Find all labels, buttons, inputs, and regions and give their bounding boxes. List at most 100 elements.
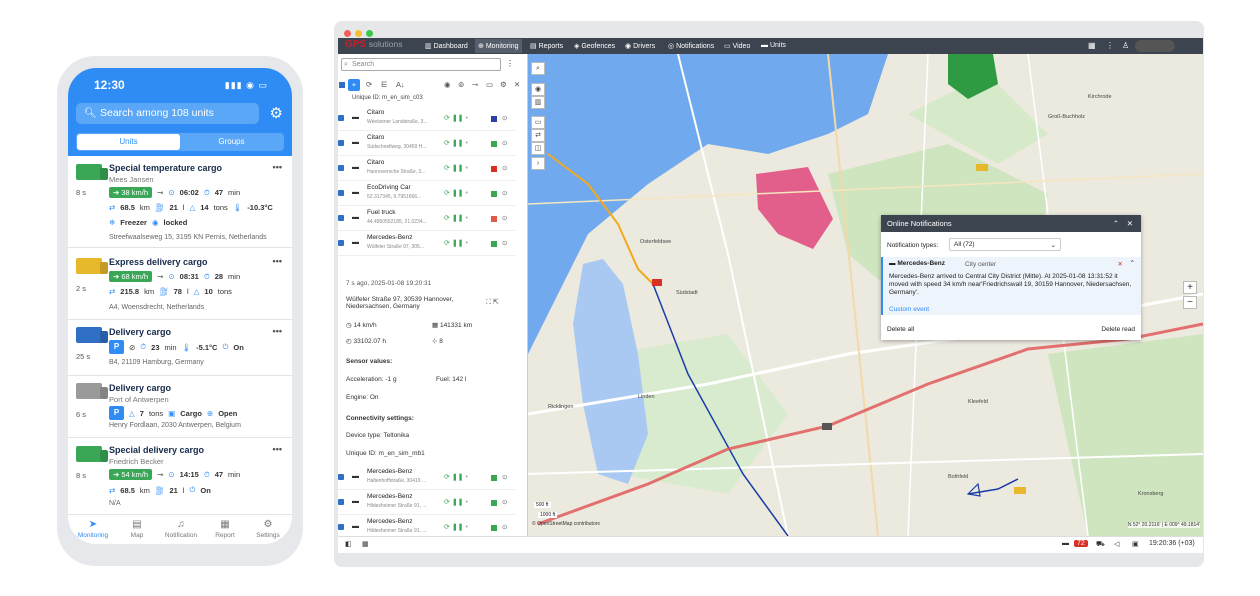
menu-notifications[interactable]: ◎ Notifications: [668, 42, 714, 50]
settings-icon[interactable]: ⚙: [500, 80, 507, 89]
menu-drivers[interactable]: ◉ Drivers: [625, 42, 655, 50]
locate-icon[interactable]: ⊙: [502, 498, 507, 506]
zoom-out-button[interactable]: −: [1183, 296, 1197, 309]
close-icon[interactable]: ✕: [514, 80, 520, 89]
menu-units[interactable]: ▬ Units: [761, 42, 786, 49]
gear-icon[interactable]: ⚙: [270, 104, 283, 122]
layers-icon[interactable]: ⊚: [458, 80, 464, 89]
menu-video[interactable]: ▭ Video: [724, 42, 750, 50]
unit-checkbox[interactable]: [338, 190, 344, 196]
select-all-checkbox[interactable]: [339, 82, 345, 88]
nav-map[interactable]: ▤ Map: [115, 519, 159, 539]
unit-checkbox[interactable]: [338, 499, 344, 505]
detail-actions-icon[interactable]: ⛶ ⇱: [486, 298, 499, 307]
apps-grid-icon[interactable]: ▦: [1088, 41, 1096, 50]
delete-read-button[interactable]: Delete read: [1101, 326, 1135, 333]
unit-row[interactable]: ▬ Citaro Südschnellweg, 30459 H... ⟳ ❚❚ • ⊙: [338, 131, 516, 156]
map-search-icon[interactable]: ⌕: [531, 62, 545, 75]
locate-icon[interactable]: ⊙: [502, 139, 507, 147]
notification-badge[interactable]: 72: [1074, 540, 1088, 547]
notification-tray-icon[interactable]: ▬: [1062, 540, 1069, 547]
menu-geofences[interactable]: ◈ Geofences: [574, 42, 615, 50]
locate-icon[interactable]: ⊙: [502, 114, 507, 122]
grid-icon[interactable]: ▦: [362, 540, 369, 548]
unit-row[interactable]: ▬ Fuel truck 44.4950552185, 21.0234... ⟳ ❚❚…: [338, 206, 516, 231]
more-icon[interactable]: •••: [273, 162, 282, 172]
unit-checkbox[interactable]: [338, 474, 344, 480]
display-icon[interactable]: ▣: [1132, 540, 1139, 548]
add-icon[interactable]: +: [348, 79, 360, 91]
more-icon[interactable]: •••: [273, 256, 282, 266]
tab-units[interactable]: Units: [77, 134, 180, 150]
unit-card[interactable]: 8 s Special temperature cargo Mees Janse…: [68, 156, 292, 248]
tab-groups[interactable]: Groups: [180, 134, 283, 150]
unit-checkbox[interactable]: [338, 165, 344, 171]
tree-icon[interactable]: ⋿: [381, 80, 388, 89]
sound-icon[interactable]: ◁: [1114, 540, 1119, 548]
unit-row[interactable]: ▬ Citaro Weetzener Landstraße, 3... ⟳ ❚❚ • ⊙: [338, 106, 516, 131]
ruler-icon[interactable]: ▭: [531, 116, 545, 129]
unit-row[interactable]: ▬ Mercedes-Benz Wülfeler Straße 97, 305...…: [338, 231, 516, 256]
locate-icon[interactable]: ⊙: [502, 239, 507, 247]
refresh-icon[interactable]: ⟳: [366, 80, 372, 89]
locate-icon[interactable]: ⊙: [502, 189, 507, 197]
unit-card[interactable]: 6 s Delivery cargo Port of Antwerpen P △…: [68, 376, 292, 438]
sort-icon[interactable]: A↓: [396, 80, 405, 89]
nav-notification[interactable]: ♫ Notification: [159, 519, 203, 539]
delete-all-button[interactable]: Delete all: [887, 326, 914, 333]
eye-icon[interactable]: ◉: [531, 83, 545, 96]
more-icon[interactable]: •••: [273, 326, 282, 336]
notif-types-select[interactable]: All (72) ⌄: [949, 238, 1061, 251]
eye-icon[interactable]: ◉: [444, 80, 451, 89]
unit-card[interactable]: 25 s Delivery cargo ••• P ⊘ ⏱︎ 23 min 🌡︎ -5…: [68, 320, 292, 376]
monitor-icon[interactable]: ▭: [486, 80, 493, 89]
unit-row[interactable]: ▬ Mercedes-Benz Haltenhoffstraße, 30419 ..…: [338, 465, 516, 490]
chevron-right-icon[interactable]: ›: [531, 157, 545, 170]
nav-monitoring[interactable]: ➤ Monitoring: [71, 519, 115, 539]
unit-checkbox[interactable]: [338, 524, 344, 530]
locate-icon[interactable]: ⊙: [502, 164, 507, 172]
sidebar-toggle-icon[interactable]: ◧: [345, 540, 352, 548]
nav-report[interactable]: ▦ Report: [203, 519, 247, 539]
user-icon[interactable]: ♙: [1122, 41, 1129, 50]
engine-state: On: [233, 342, 244, 352]
map-layers-icon[interactable]: ▥: [531, 96, 545, 109]
key-icon[interactable]: ⊸: [472, 80, 478, 89]
close-icon[interactable]: ✕: [1127, 215, 1133, 232]
menu-reports[interactable]: ▤ Reports: [530, 42, 563, 50]
search-input[interactable]: ⌕ Search: [341, 58, 501, 71]
unit-checkbox[interactable]: [338, 240, 344, 246]
unit-row[interactable]: ▬ Mercedes-Benz Hildesheimer Straße 91, ..…: [338, 490, 516, 515]
chevron-up-icon[interactable]: ⌃: [1130, 259, 1135, 267]
more-vertical-icon[interactable]: ⋮: [1106, 41, 1114, 50]
notif-item[interactable]: ▬ Mercedes-Benz City center ✕ ⌃ Mercedes…: [881, 257, 1141, 315]
delete-icon[interactable]: ✕: [1118, 260, 1123, 268]
unit-card[interactable]: 2 s Express delivery cargo ••• ➔ 68 km/h…: [68, 248, 292, 320]
window-close-dot[interactable]: [344, 30, 351, 37]
user-avatar[interactable]: [1135, 40, 1175, 52]
unit-checkbox[interactable]: [338, 115, 344, 121]
search-input[interactable]: 🔍︎ Search among 108 units: [76, 103, 259, 124]
key-icon: ⊸: [157, 272, 164, 281]
window-minimize-dot[interactable]: [355, 30, 362, 37]
menu-monitoring[interactable]: ⊕ Monitoring: [475, 39, 522, 53]
vehicle-icon[interactable]: ⛟: [1096, 540, 1105, 549]
unit-checkbox[interactable]: [338, 140, 344, 146]
locate-icon[interactable]: ⊙: [502, 214, 507, 222]
zoom-in-button[interactable]: +: [1183, 281, 1197, 294]
detail-odometer: ▦ 141331 km: [432, 322, 473, 329]
unit-row[interactable]: ▬ Citaro Hannoversche Straße, 3... ⟳ ❚❚ • ⊙: [338, 156, 516, 181]
more-vertical-icon[interactable]: ⋮: [506, 59, 514, 68]
route-icon[interactable]: ⇄: [531, 129, 545, 142]
locate-icon[interactable]: ⊙: [502, 523, 507, 531]
menu-dashboard[interactable]: ▥ Dashboard: [425, 42, 468, 50]
collapse-icon[interactable]: ⌃: [1113, 215, 1119, 232]
area-icon[interactable]: ◫: [531, 142, 545, 155]
window-maximize-dot[interactable]: [366, 30, 373, 37]
unit-checkbox[interactable]: [338, 215, 344, 221]
unit-card[interactable]: 8 s Special delivery cargo Friedrich Bec…: [68, 438, 292, 514]
more-icon[interactable]: •••: [273, 444, 282, 454]
unit-row[interactable]: ▬ EcoDriving Car 52.317345, 9.7951666... ⟳ …: [338, 181, 516, 206]
locate-icon[interactable]: ⊙: [502, 473, 507, 481]
nav-settings[interactable]: ⚙ Settings: [246, 519, 290, 539]
